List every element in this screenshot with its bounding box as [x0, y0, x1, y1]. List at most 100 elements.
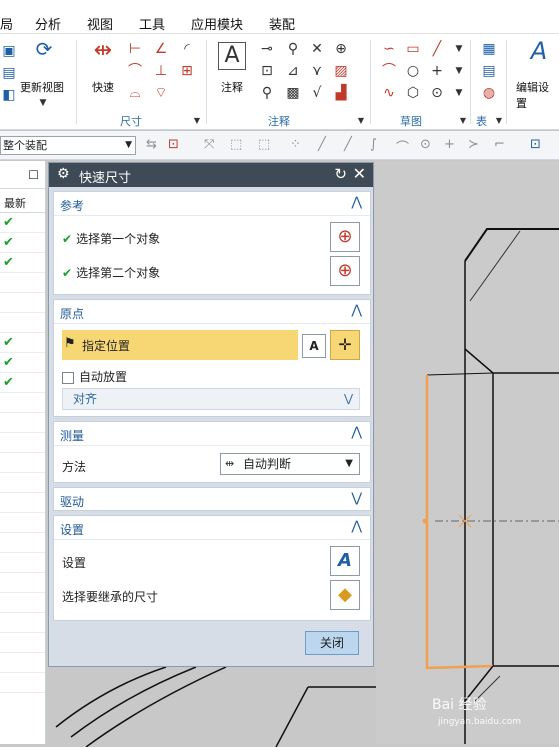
chevron-down-icon[interactable]: ▼ [352, 112, 370, 130]
chevron-up-icon[interactable]: ⋀ [351, 303, 362, 318]
list-item[interactable] [0, 313, 45, 333]
studio-spline-icon[interactable]: ∿ [380, 84, 398, 102]
box-select-icon[interactable]: ⬚ [258, 137, 270, 152]
maximize-icon[interactable]: ☐ [28, 168, 39, 182]
settings-button[interactable]: A [330, 546, 360, 576]
align-subsection[interactable]: 对齐 ⋁ [62, 388, 360, 410]
magnify-icon[interactable]: ⚲ [258, 84, 276, 102]
ordinate-dim-icon[interactable]: ⊥ [152, 62, 170, 80]
sqrt-icon[interactable]: √ [308, 84, 326, 102]
edit-settings-icon[interactable]: A [524, 39, 554, 72]
table-note-icon[interactable]: ▦ [480, 40, 498, 58]
surface-finish-icon[interactable]: ⊿ [284, 62, 302, 80]
list-item[interactable]: ✔ [0, 213, 45, 233]
ellipse-icon[interactable]: ⊙ [428, 84, 446, 102]
layer-icon[interactable]: ▤ [0, 64, 18, 82]
linear-dim-icon[interactable]: ⊢ [126, 40, 144, 58]
list-item[interactable]: ✔ [0, 333, 45, 353]
section-header-driving[interactable]: 驱动 ⋁ [54, 488, 370, 512]
section-header-references[interactable]: 参考 ⋀ [54, 192, 370, 216]
chevron-down-icon[interactable]: ⋁ [351, 491, 362, 506]
zoom-fit-icon[interactable]: ⊡ [530, 137, 541, 152]
list-item[interactable] [0, 453, 45, 473]
angular-dim-icon[interactable]: ∠ [152, 40, 170, 58]
menu-layout[interactable]: 局 [0, 14, 13, 33]
view-icon[interactable]: ▣ [0, 42, 18, 60]
thickness-dim-icon[interactable]: ⊞ [178, 62, 196, 80]
annotation-label[interactable]: 注释 [221, 79, 243, 95]
select-second-button[interactable]: ⊕ [330, 256, 360, 286]
list-item[interactable]: ✔ [0, 373, 45, 393]
datum-feature-icon[interactable]: ⊡ [258, 62, 276, 80]
perimeter-icon[interactable]: ⌔ [152, 84, 170, 102]
gear-icon[interactable]: ⚙ [57, 166, 70, 182]
chevron-down-icon[interactable]: ▼ [450, 84, 468, 102]
specify-location-row[interactable]: ⚑ 指定位置 [62, 330, 298, 360]
list-item[interactable] [0, 493, 45, 513]
list-item[interactable] [0, 653, 45, 673]
chevron-up-icon[interactable]: ⋀ [351, 519, 362, 534]
section-header-measurement[interactable]: 测量 ⋀ [54, 422, 370, 446]
circle-icon[interactable]: ○ [404, 62, 422, 80]
update-view-label[interactable]: 更新视图 [20, 79, 64, 95]
chevron-down-icon[interactable]: ⋁ [344, 389, 353, 409]
endpoint-icon[interactable]: ╱ [344, 137, 352, 152]
select-first-button[interactable]: ⊕ [330, 222, 360, 252]
intersection-icon[interactable]: + [444, 137, 455, 152]
snap-point-icon[interactable]: ⊡ [168, 137, 179, 152]
arc-length-icon[interactable]: ⌓ [126, 84, 144, 102]
close-button[interactable]: 关闭 [305, 631, 359, 655]
chevron-down-icon[interactable]: ▼ [450, 40, 468, 58]
arc-center-icon[interactable]: ⌒ [396, 137, 409, 156]
checkbox[interactable] [62, 371, 74, 384]
section-header-settings[interactable]: 设置 ⋀ [54, 516, 370, 540]
balloon-icon[interactable]: ◍ [480, 84, 498, 102]
list-item[interactable] [0, 393, 45, 413]
list-item[interactable] [0, 613, 45, 633]
filter-icon[interactable]: ⇆ [146, 137, 157, 152]
cross-icon[interactable]: ✕ [308, 40, 326, 58]
plus-icon[interactable]: + [428, 62, 446, 80]
radial-dim-icon[interactable]: ⌒ [126, 62, 144, 80]
menu-assembly[interactable]: 装配 [269, 14, 295, 33]
stamp-icon[interactable]: ▟ [332, 84, 350, 102]
curve-icon[interactable]: ∫ [370, 137, 377, 152]
list-item[interactable] [0, 573, 45, 593]
edit-settings-label[interactable]: 编辑设置 [516, 79, 559, 111]
target-icon[interactable]: ⊕ [332, 40, 350, 58]
quadrant-icon[interactable]: ⌐ [494, 137, 505, 152]
image-icon[interactable]: ▩ [284, 84, 302, 102]
list-item[interactable] [0, 593, 45, 613]
chevron-down-icon[interactable]: ▼ [34, 94, 52, 112]
section-header-origin[interactable]: 原点 ⋀ [54, 300, 370, 324]
close-icon[interactable]: ✕ [353, 164, 366, 183]
list-item[interactable] [0, 293, 45, 313]
circle-center-icon[interactable]: ⊙ [420, 137, 431, 152]
menu-view[interactable]: 视图 [87, 14, 113, 33]
chevron-up-icon[interactable]: ⋀ [351, 425, 362, 440]
inherit-dimension-button[interactable]: ◆ [330, 580, 360, 610]
arc-icon[interactable]: ⌒ [380, 62, 398, 80]
chevron-up-icon[interactable]: ⋀ [351, 195, 362, 210]
hatch-icon[interactable]: ▨ [332, 62, 350, 80]
line-snap-icon[interactable]: ╱ [318, 137, 326, 152]
list-item[interactable] [0, 433, 45, 453]
place-origin-button[interactable]: ✛ [330, 330, 360, 360]
list-item[interactable] [0, 413, 45, 433]
quick-dimension-icon[interactable]: ⇹ [88, 40, 118, 72]
menu-tools[interactable]: 工具 [139, 14, 165, 33]
update-view-icon[interactable]: ⟳ [30, 39, 58, 68]
list-item[interactable] [0, 473, 45, 493]
auto-place-checkbox[interactable]: 自动放置 [62, 368, 127, 385]
select-all-icon[interactable]: ⬚ [230, 137, 242, 152]
menu-analysis[interactable]: 分析 [35, 14, 61, 33]
list-item[interactable]: ✔ [0, 253, 45, 273]
method-select[interactable]: ⇹ 自动判断 ▼ [220, 453, 360, 475]
select-first-object[interactable]: ✔ 选择第一个对象 [62, 230, 160, 247]
lasso-icon[interactable]: ⁘ [290, 137, 301, 152]
list-item[interactable] [0, 633, 45, 653]
list-item[interactable]: ✔ [0, 233, 45, 253]
parts-list-icon[interactable]: ▤ [480, 62, 498, 80]
line-icon[interactable]: ╱ [428, 40, 446, 58]
rectangle-icon[interactable]: ▭ [404, 40, 422, 58]
